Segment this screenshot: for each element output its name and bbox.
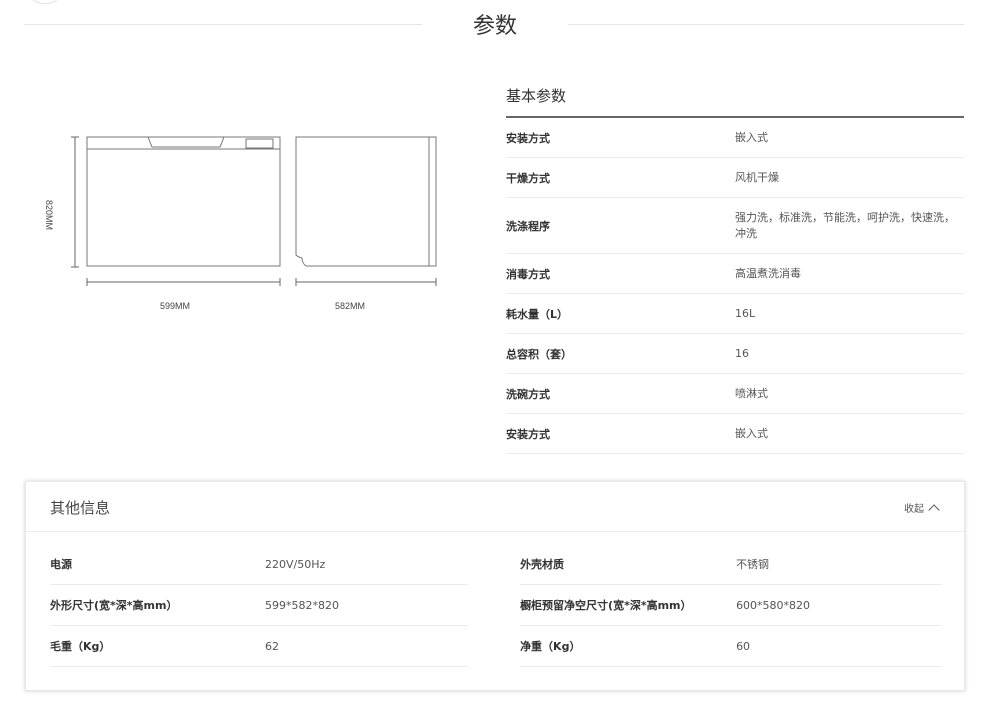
info-row: 橱柜预留净空尺寸(宽*深*高mm） 600*580*820	[520, 585, 942, 626]
other-info-header: 其他信息 收起	[26, 482, 964, 532]
width-dimension-label: 599MM	[160, 301, 191, 311]
dimension-diagram: 820MM 599MM 582MM	[40, 125, 460, 325]
param-row: 干燥方式 风机干燥	[506, 158, 964, 198]
param-value: 喷淋式	[735, 386, 768, 400]
info-key: 橱柜预留净空尺寸(宽*深*高mm）	[520, 599, 692, 612]
info-row: 毛重（Kg） 62	[50, 626, 469, 667]
info-key: 外形尺寸(宽*深*高mm）	[50, 599, 178, 612]
param-value: 16L	[735, 306, 756, 320]
param-key: 耗水量（L）	[506, 307, 569, 321]
decorative-arc	[30, 0, 60, 4]
info-value: 599*582*820	[265, 598, 339, 612]
section-header: 参数	[0, 0, 990, 50]
param-value: 嵌入式	[735, 130, 768, 144]
collapse-button[interactable]: 收起	[904, 500, 940, 516]
info-key: 毛重（Kg）	[50, 640, 111, 653]
param-row: 总容积（套） 16	[506, 334, 964, 374]
param-value: 嵌入式	[735, 426, 768, 440]
height-dimension-label: 820MM	[44, 200, 54, 231]
basic-params-section: 基本参数 安装方式 嵌入式 干燥方式 风机干燥 洗涤程序 强力洗，标准洗，节能洗…	[506, 80, 964, 454]
info-row: 外壳材质 不锈钢	[520, 544, 942, 585]
param-key: 安装方式	[506, 131, 550, 145]
info-key: 净重（Kg）	[520, 640, 581, 653]
info-value: 60	[736, 639, 751, 653]
info-row: 电源 220V/50Hz	[50, 544, 469, 585]
param-row: 安装方式 嵌入式	[506, 414, 964, 454]
info-value: 62	[265, 639, 279, 653]
param-key: 洗涤程序	[506, 219, 550, 233]
other-info-right-column: 外壳材质 不锈钢 橱柜预留净空尺寸(宽*深*高mm） 600*580*820 净…	[520, 544, 942, 667]
param-key: 洗碗方式	[506, 387, 550, 401]
basic-params-title: 基本参数	[506, 80, 964, 118]
collapse-label: 收起	[904, 504, 924, 515]
other-info-panel: 其他信息 收起 电源 220V/50Hz 外形尺寸(宽*深*高mm） 599*5…	[25, 481, 965, 691]
param-row: 洗涤程序 强力洗，标准洗，节能洗，呵护洗，快速洗，冲洗	[506, 198, 964, 254]
dishwasher-outline-svg	[71, 136, 437, 286]
info-value: 不锈钢	[736, 558, 770, 571]
param-row: 耗水量（L） 16L	[506, 294, 964, 334]
param-row: 洗碗方式 喷淋式	[506, 374, 964, 414]
other-info-left-column: 电源 220V/50Hz 外形尺寸(宽*深*高mm） 599*582*820 毛…	[50, 544, 469, 667]
title-divider-right	[568, 24, 964, 25]
param-row: 消毒方式 高温煮洗消毒	[506, 254, 964, 294]
param-key: 消毒方式	[506, 267, 550, 281]
other-info-grid: 电源 220V/50Hz 外形尺寸(宽*深*高mm） 599*582*820 毛…	[50, 544, 942, 667]
param-row: 安装方式 嵌入式	[506, 118, 964, 158]
param-value: 16	[735, 346, 749, 360]
info-key: 电源	[50, 558, 72, 571]
info-key: 外壳材质	[520, 558, 565, 571]
param-key: 安装方式	[506, 427, 550, 441]
info-value: 220V/50Hz	[265, 557, 326, 571]
depth-dimension-label: 582MM	[335, 301, 366, 311]
param-value: 风机干燥	[735, 170, 779, 184]
info-row: 净重（Kg） 60	[520, 626, 942, 667]
chevron-up-icon	[928, 503, 940, 516]
info-value: 600*580*820	[736, 598, 811, 612]
info-row: 外形尺寸(宽*深*高mm） 599*582*820	[50, 585, 469, 626]
param-key: 总容积（套）	[506, 347, 572, 361]
param-value: 强力洗，标准洗，节能洗，呵护洗，快速洗，冲洗	[735, 210, 955, 240]
param-value: 高温煮洗消毒	[735, 266, 801, 280]
other-info-title: 其他信息	[50, 499, 111, 517]
param-key: 干燥方式	[506, 171, 550, 185]
